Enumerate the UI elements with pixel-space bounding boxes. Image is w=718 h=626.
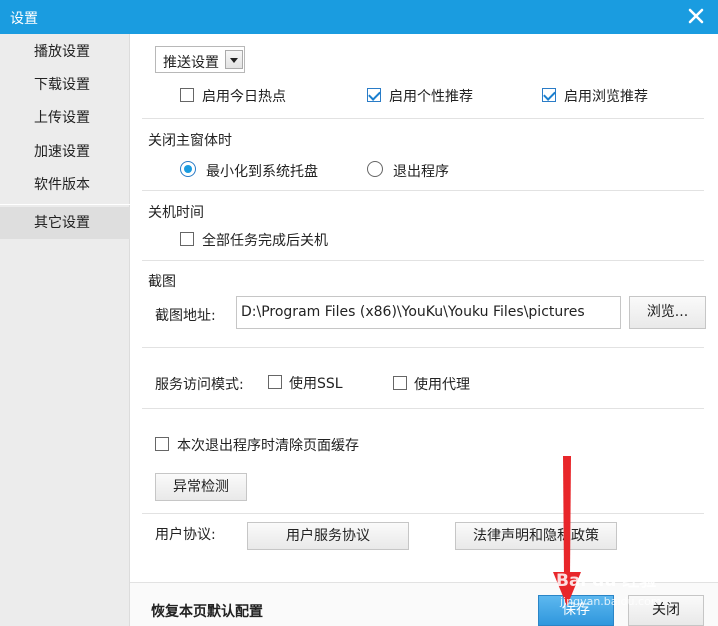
sidebar-divider (0, 204, 130, 205)
minimize-to-tray-radio[interactable] (180, 161, 196, 177)
screenshot-title: 截图 (148, 274, 176, 290)
service-mode-label: 服务访问模式: (155, 377, 244, 393)
section-divider (142, 260, 704, 261)
personal-recommend-checkbox[interactable] (367, 88, 381, 102)
window-title: 设置 (10, 11, 38, 27)
use-proxy-checkbox[interactable] (393, 376, 407, 390)
minimize-to-tray-label: 最小化到系统托盘 (206, 164, 318, 180)
shutdown-after-tasks-label: 全部任务完成后关机 (202, 233, 328, 249)
sidebar-item-upload[interactable]: 上传设置 (0, 102, 130, 134)
shutdown-after-tasks-checkbox[interactable] (180, 232, 194, 246)
section-divider (142, 118, 704, 119)
sidebar-item-playback[interactable]: 播放设置 (0, 36, 130, 68)
diagnose-button[interactable]: 异常检测 (155, 473, 247, 501)
agreement-label: 用户协议: (155, 527, 216, 543)
section-divider (142, 190, 704, 191)
clear-cache-checkbox[interactable] (155, 437, 169, 451)
use-ssl-label: 使用SSL (289, 376, 343, 392)
personal-recommend-label: 启用个性推荐 (389, 89, 473, 105)
clear-cache-label: 本次退出程序时清除页面缓存 (177, 438, 359, 454)
sidebar: 播放设置 下载设置 上传设置 加速设置 软件版本 其它设置 (0, 34, 130, 626)
exit-program-label: 退出程序 (393, 164, 449, 180)
push-settings-value: 推送设置 (163, 55, 219, 71)
shutdown-title: 关机时间 (148, 205, 204, 221)
sidebar-item-version[interactable]: 软件版本 (0, 169, 130, 201)
use-proxy-label: 使用代理 (414, 377, 470, 393)
screenshot-path-label: 截图地址: (155, 308, 216, 324)
use-ssl-checkbox[interactable] (268, 375, 282, 389)
settings-content: 推送设置 启用今日热点 启用个性推荐 启用浏览推荐 关闭主窗体时 最小化到系统托… (130, 34, 718, 626)
exit-program-radio[interactable] (367, 161, 383, 177)
section-divider (142, 513, 704, 514)
browse-recommend-checkbox[interactable] (542, 88, 556, 102)
screenshot-path-input[interactable]: D:\Program Files (x86)\YouKu\Youku Files… (236, 296, 621, 329)
hot-today-label: 启用今日热点 (202, 89, 286, 105)
hot-today-checkbox[interactable] (180, 88, 194, 102)
close-icon[interactable] (684, 4, 708, 28)
title-bar: 设置 (0, 0, 718, 34)
sidebar-item-acceleration[interactable]: 加速设置 (0, 136, 130, 168)
section-divider (142, 347, 704, 348)
legal-privacy-button[interactable]: 法律声明和隐私政策 (455, 522, 617, 550)
restore-defaults-link[interactable]: 恢复本页默认配置 (151, 601, 263, 621)
sidebar-item-other[interactable]: 其它设置 (0, 207, 130, 239)
user-service-agreement-button[interactable]: 用户服务协议 (247, 522, 409, 550)
watermark-logo: Bai du 经验 (556, 571, 657, 591)
browse-button[interactable]: 浏览... (629, 296, 706, 329)
section-divider (142, 408, 704, 409)
watermark-url: jingyan.baidu.com (560, 595, 662, 608)
push-settings-select[interactable]: 推送设置 (155, 46, 245, 73)
chevron-down-icon[interactable] (225, 50, 243, 69)
sidebar-item-download[interactable]: 下载设置 (0, 69, 130, 101)
browse-recommend-label: 启用浏览推荐 (564, 89, 648, 105)
close-main-title: 关闭主窗体时 (148, 133, 232, 149)
